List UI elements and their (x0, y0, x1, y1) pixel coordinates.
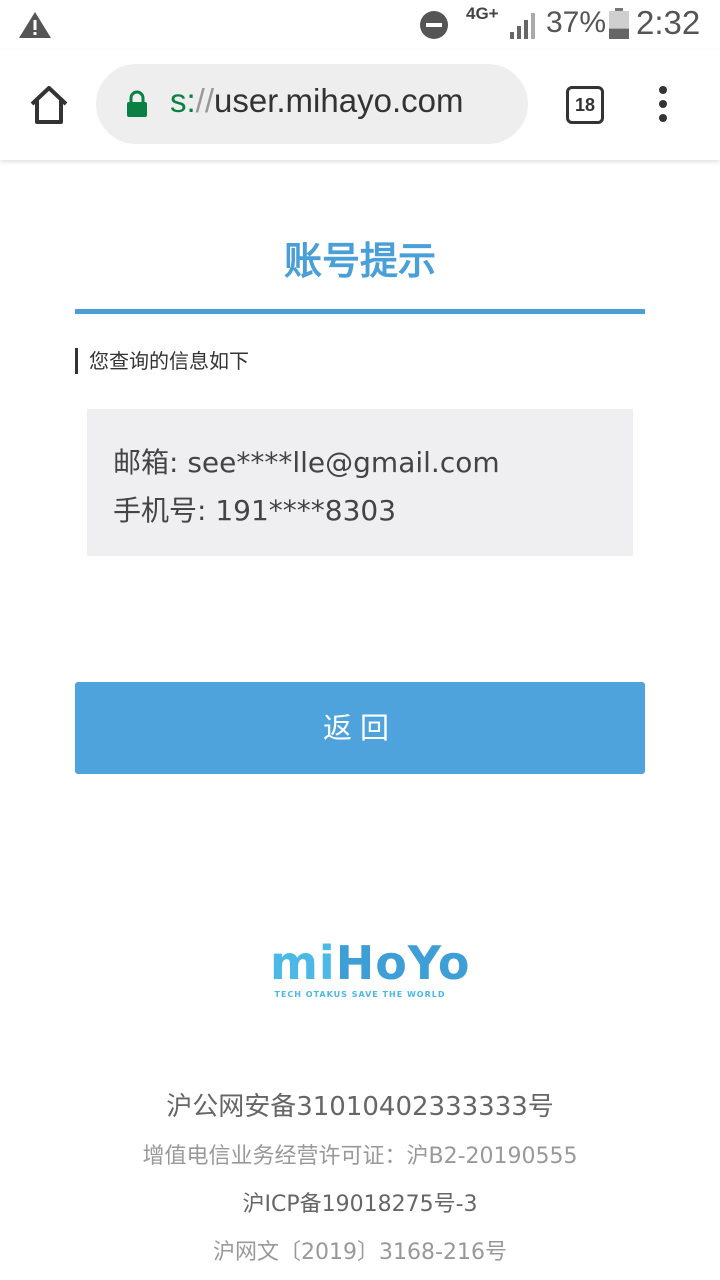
url-scheme: s: (170, 82, 196, 119)
email-info: 邮箱: see****lle@gmail.com (113, 446, 500, 479)
url-host: user.mihayo.com (214, 82, 464, 119)
home-icon[interactable] (24, 80, 74, 130)
title-divider (75, 309, 645, 314)
more-options-icon[interactable] (648, 84, 678, 124)
logo-slogan: TECH OTAKUS SAVE THE WORLD (274, 990, 446, 999)
logo-wordmark: miHoYo (270, 936, 471, 990)
clock: 2:32 (636, 4, 701, 41)
account-info-box: 邮箱: see****lle@gmail.com 手机号: 191****830… (87, 409, 633, 556)
browser-toolbar: s://user.mihayo.com 18 (0, 50, 720, 160)
page-title: 账号提示 (283, 239, 436, 283)
status-bar: 4G+ 37% 2:32 (0, 0, 720, 50)
phone-info: 手机号: 191****8303 (113, 494, 397, 527)
network-type: 4G+ (466, 4, 499, 23)
battery-icon (609, 8, 629, 39)
url-separator: // (195, 82, 215, 119)
signal-icon (510, 13, 535, 39)
footer-icp-record[interactable]: 沪ICP备19018275号-3 (0, 1186, 720, 1218)
lock-icon (127, 90, 147, 117)
footer-culture-license: 沪网文〔2019〕3168-216号 (213, 1240, 507, 1265)
address-bar[interactable]: s://user.mihayo.com (96, 64, 528, 144)
tab-switcher-button[interactable]: 18 (566, 86, 604, 124)
url-text: s://user.mihayo.com (170, 82, 463, 120)
battery-percent: 37% (546, 6, 607, 39)
footer-telecom-license: 增值电信业务经营许可证：沪B2-20190555 (142, 1144, 578, 1169)
mihoyo-logo: miHoYo TECH OTAKUS SAVE THE WORLD (270, 936, 471, 1004)
do-not-disturb-icon (420, 11, 448, 39)
back-button[interactable]: 返回 (75, 682, 645, 774)
warning-icon (19, 12, 51, 38)
footer-police-record[interactable]: 沪公网安备31010402333333号 (0, 1086, 720, 1123)
section-label: 您查询的信息如下 (75, 348, 249, 374)
